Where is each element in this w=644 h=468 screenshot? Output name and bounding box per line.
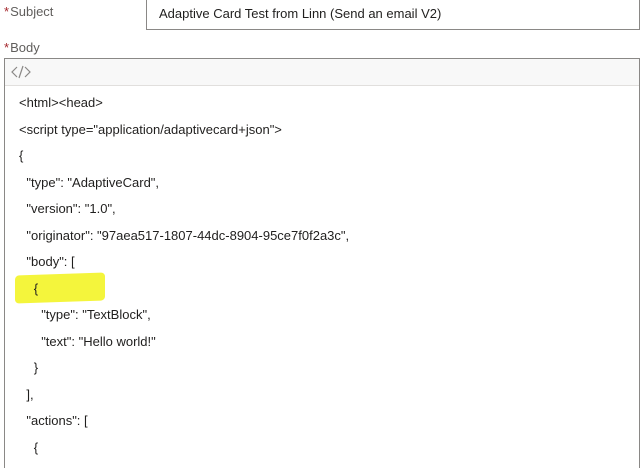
body-label-text: Body: [10, 40, 40, 55]
subject-value: Adaptive Card Test from Linn (Send an em…: [159, 6, 442, 21]
body-required-mark: *: [4, 40, 10, 55]
code-line: <script type="application/adaptivecard+j…: [19, 121, 282, 137]
code-line: {: [19, 148, 24, 163]
code-content[interactable]: <html><head> <script type="application/ad…: [5, 86, 639, 468]
originator-highlight-mark: [15, 272, 105, 304]
code-line: "type": "AdaptiveCard",: [26, 174, 160, 190]
subject-label: *Subject: [4, 4, 53, 20]
code-line: "body": [: [26, 254, 75, 269]
code-line: "type": "TextBlock",: [41, 307, 151, 322]
code-line: "version": "1.0",: [26, 201, 116, 216]
code-line: ],: [26, 386, 34, 402]
code-line: }: [33, 360, 39, 375]
code-line: {: [33, 280, 39, 296]
editor-toolbar: [5, 59, 639, 86]
body-editor[interactable]: <html><head> <script type="application/ad…: [4, 58, 640, 468]
code-line: "actions": [: [26, 413, 88, 428]
code-line: <html><head>: [19, 95, 103, 110]
subject-label-text: Subject: [10, 4, 54, 19]
code-view-icon[interactable]: [10, 63, 32, 81]
code-line: "originator": "97aea517-1807-44dc-8904-9…: [26, 227, 350, 243]
code-line: "text": "Hello world!": [41, 333, 156, 349]
code-line: {: [33, 439, 39, 455]
email-form: *Subject Adaptive Card Test from Linn (S…: [0, 0, 644, 468]
subject-input[interactable]: Adaptive Card Test from Linn (Send an em…: [146, 0, 640, 30]
subject-required-mark: *: [4, 4, 10, 19]
body-label: *Body: [4, 40, 40, 56]
